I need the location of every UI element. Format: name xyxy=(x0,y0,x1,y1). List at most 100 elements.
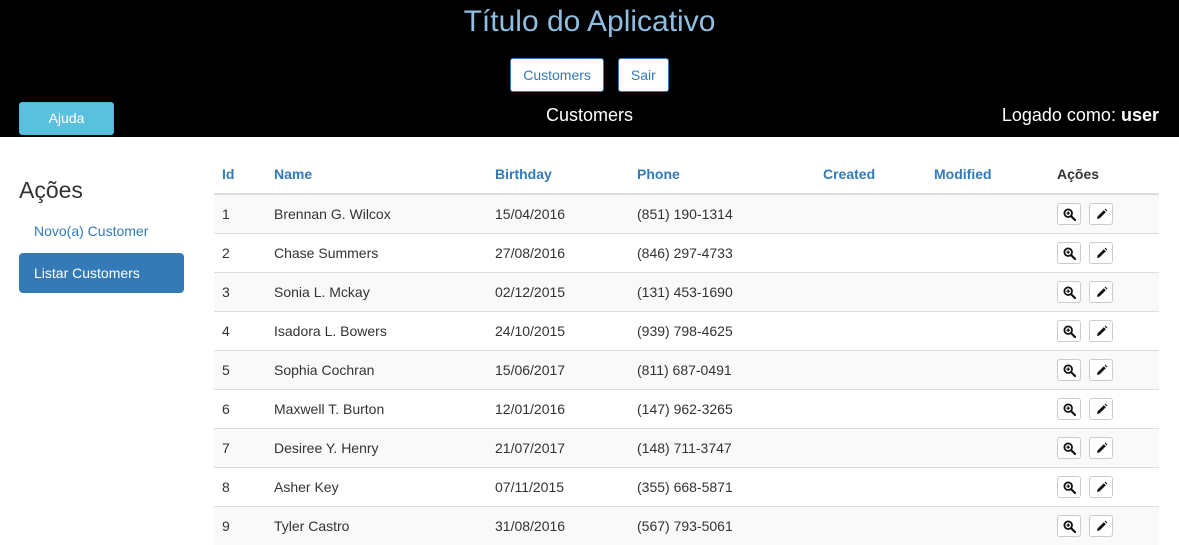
cell-id: 5 xyxy=(214,349,266,389)
column-header-modified[interactable]: Modified xyxy=(926,155,1049,195)
edit-button[interactable] xyxy=(1088,358,1113,381)
cell-phone: (851) 190-1314 xyxy=(629,193,815,233)
column-header-id[interactable]: Id xyxy=(214,155,266,195)
cell-birthday: 12/01/2016 xyxy=(487,388,629,428)
cell-actions xyxy=(1049,505,1159,545)
table-row: 9 Tyler Castro 31/08/2016 (567) 793-5061 xyxy=(214,505,1159,545)
cell-created xyxy=(815,271,926,311)
pencil-icon xyxy=(1096,325,1108,336)
zoom-in-icon xyxy=(1063,324,1076,338)
edit-button[interactable] xyxy=(1088,475,1113,498)
sidebar: Ações Novo(a) Customer Listar Customers xyxy=(19,170,184,293)
table-row: 3 Sonia L. Mckay 02/12/2015 (131) 453-16… xyxy=(214,271,1159,311)
cell-phone: (939) 798-4625 xyxy=(629,310,815,350)
sidebar-item-new-customer[interactable]: Novo(a) Customer xyxy=(19,221,184,241)
zoom-in-icon xyxy=(1063,520,1076,533)
cell-created xyxy=(815,193,926,233)
view-button[interactable] xyxy=(1057,319,1081,342)
view-button[interactable] xyxy=(1057,280,1081,303)
table-row: 6 Maxwell T. Burton 12/01/2016 (147) 962… xyxy=(214,388,1159,428)
edit-button[interactable] xyxy=(1088,436,1113,459)
cell-actions xyxy=(1049,388,1159,428)
zoom-in-icon xyxy=(1063,208,1076,221)
cell-name: Tyler Castro xyxy=(266,505,487,545)
cell-created xyxy=(815,232,926,272)
cell-actions xyxy=(1049,349,1159,389)
edit-button[interactable] xyxy=(1088,241,1113,264)
view-button[interactable] xyxy=(1057,397,1081,420)
cell-birthday: 24/10/2015 xyxy=(487,310,629,350)
sidebar-title: Ações xyxy=(19,177,83,203)
column-header-name[interactable]: Name xyxy=(266,155,487,195)
cell-modified xyxy=(926,193,1049,233)
zoom-in-icon xyxy=(1063,363,1076,377)
column-header-birthday[interactable]: Birthday xyxy=(487,155,629,195)
cell-actions xyxy=(1049,466,1159,506)
cell-id: 6 xyxy=(214,388,266,428)
cell-phone: (811) 687-0491 xyxy=(629,349,815,389)
logged-in-status: Logado como: user xyxy=(1002,104,1159,126)
cell-created xyxy=(815,388,926,428)
zoom-in-icon xyxy=(1063,285,1076,299)
cell-phone: (148) 711-3747 xyxy=(629,427,815,467)
cell-id: 3 xyxy=(214,271,266,311)
cell-id: 4 xyxy=(214,310,266,350)
cell-birthday: 02/12/2015 xyxy=(487,271,629,311)
cell-birthday: 31/08/2016 xyxy=(487,505,629,545)
cell-modified xyxy=(926,349,1049,389)
pencil-icon xyxy=(1096,286,1108,297)
cell-id: 1 xyxy=(214,193,266,233)
cell-modified xyxy=(926,427,1049,467)
pencil-icon xyxy=(1096,403,1108,414)
cell-birthday: 27/08/2016 xyxy=(487,232,629,272)
table-row: 1 Brennan G. Wilcox 15/04/2016 (851) 190… xyxy=(214,193,1159,233)
cell-birthday: 21/07/2017 xyxy=(487,427,629,467)
cell-modified xyxy=(926,271,1049,311)
view-button[interactable] xyxy=(1057,202,1081,225)
cell-name: Chase Summers xyxy=(266,232,487,272)
cell-name: Asher Key xyxy=(266,466,487,506)
nav-customers-button[interactable]: Customers xyxy=(510,58,604,92)
column-header-created[interactable]: Created xyxy=(815,155,926,195)
cell-modified xyxy=(926,310,1049,350)
cell-modified xyxy=(926,466,1049,506)
cell-name: Brennan G. Wilcox xyxy=(266,193,487,233)
pencil-icon xyxy=(1096,442,1108,453)
column-header-phone[interactable]: Phone xyxy=(629,155,815,195)
zoom-in-icon xyxy=(1063,480,1076,494)
cell-modified xyxy=(926,232,1049,272)
sidebar-item-list-customers[interactable]: Listar Customers xyxy=(19,253,184,293)
edit-button[interactable] xyxy=(1088,397,1113,420)
cell-actions xyxy=(1049,427,1159,467)
cell-name: Isadora L. Bowers xyxy=(266,310,487,350)
app-title: Título do Aplicativo xyxy=(463,5,716,38)
logout-button[interactable]: Sair xyxy=(617,58,669,92)
customers-table-wrapper: Id Name Birthday Phone Created Modified … xyxy=(214,155,1159,545)
app-header: Título do Aplicativo Customers Sair Ajud… xyxy=(0,0,1179,137)
cell-actions xyxy=(1049,271,1159,311)
edit-button[interactable] xyxy=(1088,319,1113,342)
customers-table: Id Name Birthday Phone Created Modified … xyxy=(214,155,1159,545)
table-row: 2 Chase Summers 27/08/2016 (846) 297-473… xyxy=(214,232,1159,272)
table-row: 4 Isadora L. Bowers 24/10/2015 (939) 798… xyxy=(214,310,1159,350)
cell-modified xyxy=(926,505,1049,545)
column-header-actions: Ações xyxy=(1049,155,1159,195)
view-button[interactable] xyxy=(1057,475,1081,498)
cell-created xyxy=(815,427,926,467)
view-button[interactable] xyxy=(1057,358,1081,381)
cell-created xyxy=(815,349,926,389)
edit-button[interactable] xyxy=(1088,280,1113,303)
view-button[interactable] xyxy=(1057,436,1081,459)
table-row: 8 Asher Key 07/11/2015 (355) 668-5871 xyxy=(214,466,1159,506)
logged-user: user xyxy=(1120,105,1159,125)
pencil-icon xyxy=(1096,520,1108,531)
edit-button[interactable] xyxy=(1088,514,1113,537)
cell-id: 9 xyxy=(214,505,266,545)
pencil-icon xyxy=(1096,481,1108,492)
cell-id: 8 xyxy=(214,466,266,506)
view-button[interactable] xyxy=(1057,514,1081,537)
cell-created xyxy=(815,466,926,506)
table-body: 1 Brennan G. Wilcox 15/04/2016 (851) 190… xyxy=(214,193,1159,545)
edit-button[interactable] xyxy=(1088,202,1113,225)
view-button[interactable] xyxy=(1057,241,1081,264)
